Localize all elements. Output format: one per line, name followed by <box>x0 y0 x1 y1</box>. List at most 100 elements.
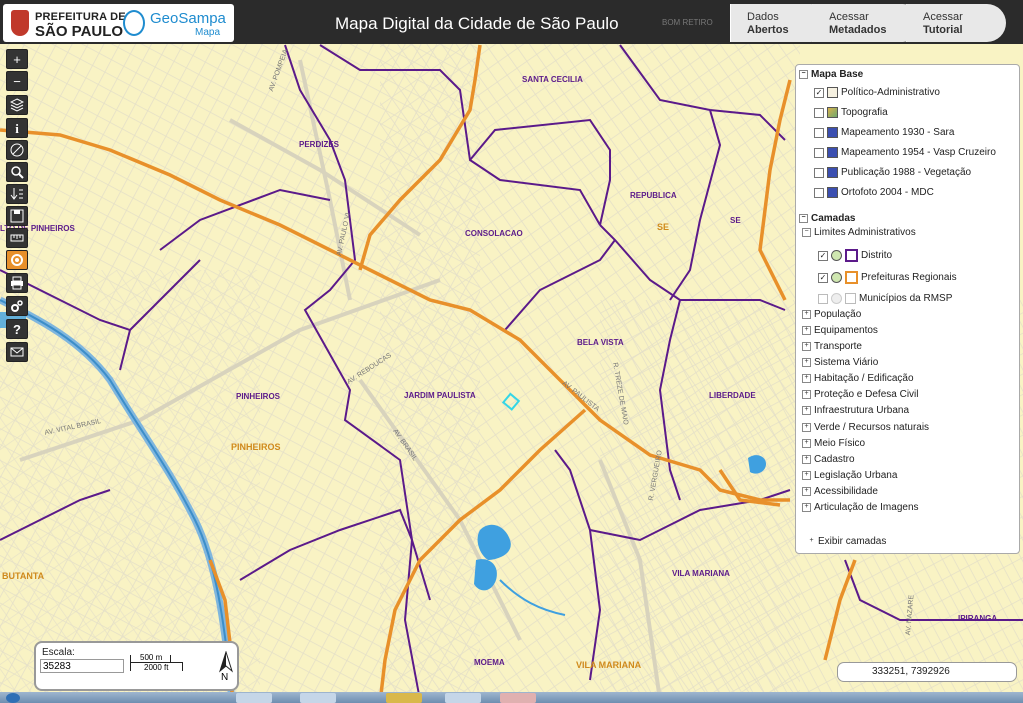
checkbox[interactable] <box>814 147 824 158</box>
download-button[interactable] <box>6 184 28 204</box>
layer-group[interactable]: + Transporte <box>802 341 862 355</box>
clear-button[interactable] <box>6 140 28 160</box>
taskbar-app-icon[interactable] <box>445 693 481 703</box>
layer-group[interactable]: + Sistema Viário <box>802 357 878 371</box>
taskbar-app-icon[interactable] <box>236 693 272 703</box>
nav-dados-abertos[interactable]: Dados Abertos <box>730 4 830 42</box>
scale-input[interactable]: 35283 <box>40 659 124 673</box>
download-icon <box>10 188 23 200</box>
expand-icon: + <box>802 390 811 399</box>
save-icon <box>10 209 24 223</box>
base-layer-label: Mapeamento 1954 - Vasp Cruzeiro <box>841 147 996 158</box>
base-layer-item[interactable]: Topografia <box>814 107 888 121</box>
zoom-out-button[interactable]: − <box>6 71 28 91</box>
save-button[interactable] <box>6 206 28 226</box>
base-layer-label: Publicação 1988 - Vegetação <box>841 167 972 178</box>
logo-area[interactable]: PREFEITURA DE SÃO PAULO GeoSampa Mapa <box>3 4 234 42</box>
topography-layer-icon <box>827 107 838 118</box>
expand-icon: + <box>802 487 811 496</box>
wms-layer-icon <box>831 272 842 283</box>
info-button[interactable]: i <box>6 118 28 138</box>
layer-group[interactable]: + Articulação de Imagens <box>802 502 919 516</box>
collapse-icon: − <box>799 70 808 79</box>
search-button[interactable] <box>6 162 28 182</box>
share-button[interactable] <box>6 250 28 270</box>
limite-item[interactable]: ✓ Distrito <box>818 249 892 263</box>
expand-icon: + <box>809 537 814 544</box>
ruler-icon <box>10 234 24 242</box>
base-layer-item[interactable]: Ortofoto 2004 - MDC <box>814 187 934 201</box>
mapa-base-title: Mapa Base <box>811 69 864 80</box>
limite-item[interactable]: ✓ Prefeituras Regionais <box>818 271 957 285</box>
geosampa-logo-icon <box>123 10 145 36</box>
base-layer-label: Topografia <box>841 107 888 118</box>
layer-group[interactable]: + Proteção e Defesa Civil <box>802 389 919 403</box>
layer-group[interactable]: + Legislação Urbana <box>802 470 897 484</box>
layer-group[interactable]: + Meio Físico <box>802 438 865 452</box>
mapa-base-header[interactable]: − Mapa Base <box>799 69 863 83</box>
checkbox[interactable] <box>818 293 828 304</box>
app-header: PREFEITURA DE SÃO PAULO GeoSampa Mapa Ma… <box>0 0 1023 44</box>
base-layer-label: Mapeamento 1930 - Sara <box>841 127 955 138</box>
checkbox[interactable]: ✓ <box>814 87 824 98</box>
exibir-camadas-button[interactable]: + Exibir camadas <box>808 536 886 550</box>
checkbox[interactable] <box>814 187 824 198</box>
expand-icon: + <box>802 342 811 351</box>
north-arrow-icon <box>219 650 233 673</box>
layer-group[interactable]: + Infraestrutura Urbana <box>802 405 909 419</box>
taskbar-app-icon[interactable] <box>386 693 422 703</box>
expand-icon: + <box>802 374 811 383</box>
expand-icon: + <box>802 423 811 432</box>
email-button[interactable] <box>6 342 28 362</box>
layer-group[interactable]: + Acessibilidade <box>802 486 878 500</box>
base-layer-item[interactable]: Mapeamento 1954 - Vasp Cruzeiro <box>814 147 996 161</box>
expand-icon: + <box>802 310 811 319</box>
group-label: Proteção e Defesa Civil <box>814 389 919 400</box>
print-icon <box>11 276 23 290</box>
checkbox[interactable]: ✓ <box>818 272 828 283</box>
print-button[interactable] <box>6 273 28 293</box>
district-label: REPUBLICA <box>630 191 677 200</box>
checkbox[interactable] <box>814 107 824 118</box>
layer-group[interactable]: + Verde / Recursos naturais <box>802 422 929 436</box>
checkbox[interactable]: ✓ <box>818 250 828 261</box>
taskbar-app-icon[interactable] <box>300 693 336 703</box>
district-label: VILA MARIANA <box>672 569 730 578</box>
group-label: Habitação / Edificação <box>814 373 914 384</box>
nav-label: Acessar <box>923 11 963 23</box>
expand-icon: + <box>802 455 811 464</box>
zoom-in-button[interactable]: + <box>6 49 28 69</box>
group-label: Verde / Recursos naturais <box>814 422 930 433</box>
camadas-header[interactable]: − Camadas <box>799 213 855 227</box>
exibir-label: Exibir camadas <box>818 536 887 547</box>
ruler-button[interactable] <box>6 228 28 248</box>
layer-group[interactable]: + Habitação / Edificação <box>802 373 914 387</box>
settings-button[interactable] <box>6 296 28 316</box>
district-label: IPIRANGA <box>958 614 998 623</box>
limites-group[interactable]: − Limites Administrativos <box>802 227 916 241</box>
base-layer-item[interactable]: Mapeamento 1930 - Sara <box>814 127 954 141</box>
layer-group[interactable]: + Equipamentos <box>802 325 878 339</box>
nav-label-strong: Tutorial <box>923 24 963 36</box>
layer-group[interactable]: + População <box>802 309 861 323</box>
start-button-icon[interactable] <box>6 693 20 703</box>
prefeitura-crest-icon <box>11 10 29 36</box>
taskbar-app-icon[interactable] <box>500 693 536 703</box>
nav-label: Dados <box>747 11 779 23</box>
page-title: Mapa Digital da Cidade de São Paulo <box>335 14 619 33</box>
checkbox[interactable] <box>814 127 824 138</box>
nav-label-strong: Metadados <box>829 24 887 36</box>
district-label: JARDIM PAULISTA <box>404 391 476 400</box>
group-label: Cadastro <box>814 454 855 465</box>
help-button[interactable]: ? <box>6 319 28 339</box>
base-layer-item[interactable]: ✓ Político-Administrativo <box>814 87 940 101</box>
checkbox[interactable] <box>814 167 824 178</box>
limite-item[interactable]: Municípios da RMSP <box>818 293 952 307</box>
wms-layer-icon <box>831 250 842 261</box>
regional-label: SE <box>657 222 670 232</box>
layers-button[interactable] <box>6 95 28 115</box>
layer-group[interactable]: + Cadastro <box>802 454 855 468</box>
search-icon <box>11 166 24 179</box>
base-layer-item[interactable]: Publicação 1988 - Vegetação <box>814 167 971 181</box>
expand-icon: + <box>802 439 811 448</box>
